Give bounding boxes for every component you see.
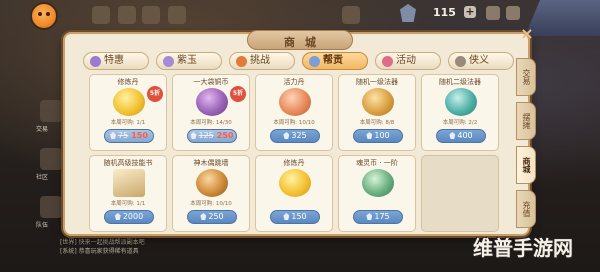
gem-icon — [449, 132, 456, 139]
gem-icon — [366, 213, 373, 220]
artifact-chest-icon — [445, 88, 477, 116]
guild-contribution-icon — [309, 56, 320, 67]
side-tab-trade[interactable]: 交易 — [516, 58, 536, 96]
tab-special-offer[interactable]: 特惠 — [83, 52, 149, 70]
goods-card[interactable]: 修炼丹 5折 本周可购: 1/1 75 150 — [89, 74, 167, 151]
discount-badge: 5折 — [147, 86, 163, 102]
top-hud: 115 + — [0, 0, 600, 36]
special-offer-icon — [90, 56, 101, 67]
gem-count: 115 — [433, 6, 456, 19]
gem-icon — [110, 132, 117, 139]
skill-book-icon — [113, 169, 145, 197]
gift-icon[interactable] — [142, 6, 160, 24]
side-tab-recharge[interactable]: 充值 — [516, 190, 536, 228]
companion-portrait[interactable] — [525, 0, 600, 36]
jar-icon — [196, 169, 228, 197]
price-button[interactable]: 150 — [270, 210, 320, 224]
menu-icon[interactable] — [92, 6, 110, 24]
player-avatar-icon[interactable] — [30, 2, 58, 30]
goods-card[interactable]: 活力丹 本周可购: 10/10 325 — [255, 74, 333, 151]
goods-card[interactable]: 随机高级技能书 本周可购: 1/1 2000 — [89, 155, 167, 232]
gem-icon — [114, 213, 121, 220]
add-currency-button[interactable]: + — [464, 6, 476, 18]
price-button[interactable]: 325 — [270, 129, 320, 143]
price-button[interactable]: 75 150 — [104, 129, 154, 143]
event-banner-icon[interactable] — [342, 6, 360, 24]
shield-gem-icon — [400, 4, 416, 22]
tab-event[interactable]: 活动 — [375, 52, 441, 70]
price-button[interactable]: 100 — [353, 129, 403, 143]
side-tab-stall[interactable]: 摆摊 — [516, 102, 536, 140]
gem-icon — [200, 213, 207, 220]
gem-icon — [283, 213, 290, 220]
tab-guild-contribution[interactable]: 帮贡 — [302, 52, 368, 70]
gem-icon — [190, 132, 197, 139]
jade-icon — [163, 56, 174, 67]
price-button[interactable]: 175 — [353, 210, 403, 224]
chat-line: [系统] 恭喜玩家获得稀有道具 — [60, 248, 139, 255]
goods-card[interactable]: 随机一级法器 本周可购: 8/8 100 — [338, 74, 416, 151]
gem-icon — [283, 132, 290, 139]
goods-card[interactable]: 一大袋铜币 5折 本周可购: 14/30 125 250 — [172, 74, 250, 151]
close-button[interactable]: × — [520, 26, 534, 42]
shop-title: 商城 — [247, 30, 353, 50]
coin-bag-icon — [196, 88, 228, 116]
watermark: 维普手游网 — [473, 236, 573, 260]
mail-icon[interactable] — [118, 6, 136, 24]
tab-chivalry[interactable]: 侠义 — [448, 52, 514, 70]
vitality-icon — [279, 88, 311, 116]
goods-card[interactable]: 修炼丹 150 — [255, 155, 333, 232]
spirit-coin-icon — [362, 169, 394, 197]
price-button[interactable]: 125 250 — [187, 129, 237, 143]
left-label: 交易 — [36, 126, 49, 133]
settings-icon[interactable] — [486, 6, 500, 20]
map-icon[interactable] — [506, 6, 520, 20]
pill-icon — [279, 169, 311, 197]
tab-jade[interactable]: 紫玉 — [156, 52, 222, 70]
chat-line: [世界] 快来一起挑战帮派副本吧 — [60, 239, 145, 246]
price-button[interactable]: 2000 — [104, 210, 154, 224]
event-icon — [382, 56, 393, 67]
empty-slot — [421, 155, 499, 232]
chat-box[interactable]: [世界] 快来一起挑战帮派副本吧 [系统] 恭喜玩家获得稀有道具 — [60, 238, 300, 256]
ranking-icon[interactable] — [168, 6, 186, 24]
left-label: 社区 — [36, 174, 49, 181]
price-button[interactable]: 250 — [187, 210, 237, 224]
price-button[interactable]: 400 — [436, 129, 486, 143]
goods-card[interactable]: 魂灵币 · 一阶 175 — [338, 155, 416, 232]
discount-badge: 5折 — [230, 86, 246, 102]
pill-icon — [113, 88, 145, 116]
trade-button-icon[interactable] — [40, 100, 62, 122]
goods-card[interactable]: 神木偶跳墙 本周可购: 10/10 250 — [172, 155, 250, 232]
goods-card[interactable]: 随机二级法器 本周可购: 2/2 400 — [421, 74, 499, 151]
shop-tabs: 特惠 紫玉 挑战 帮贡 活动 侠义 — [83, 52, 515, 72]
team-button-icon[interactable] — [40, 196, 62, 218]
challenge-icon — [236, 56, 247, 67]
side-tab-mall[interactable]: 商城 — [516, 146, 536, 184]
tab-challenge[interactable]: 挑战 — [229, 52, 295, 70]
artifact-box-icon — [362, 88, 394, 116]
left-sidebar: 交易 社区 队伍 — [0, 92, 62, 272]
community-button-icon[interactable] — [40, 148, 62, 170]
gem-icon — [366, 132, 373, 139]
chivalry-icon — [455, 56, 466, 67]
left-label: 队伍 — [36, 222, 49, 229]
